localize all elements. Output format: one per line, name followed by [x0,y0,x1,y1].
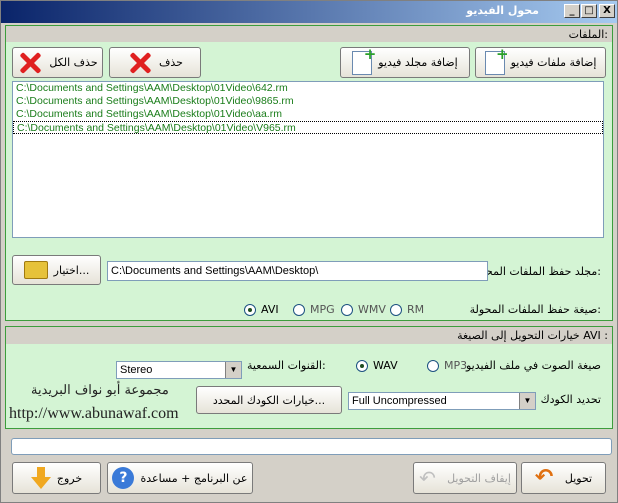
close-button[interactable]: X [599,4,615,18]
stop-icon: ↶ [419,466,436,490]
minimize-button[interactable]: _ [564,4,580,18]
codec-options-label: خيارات الكودك المحدد... [212,393,326,407]
exit-label: خروج [56,471,83,485]
channels-select[interactable]: Stereo ▼ [116,361,242,379]
format-radio-mpg[interactable]: MPG [293,303,335,316]
title-bar: محول الفيديو _ □ X [1,1,617,23]
codec-select[interactable]: Full Uncompressed ▼ [348,392,536,410]
codec-label: تحديد الكودك [540,393,601,406]
convert-label: تحويل [564,471,593,485]
list-item[interactable]: C:\Documents and Settings\AAM\Desktop\01… [13,108,603,121]
brand-url: http://www.abunawaf.com [9,405,179,422]
delete-icon [127,50,153,76]
list-item[interactable]: C:\Documents and Settings\AAM\Desktop\01… [13,121,603,134]
radio-circle [341,303,353,316]
list-item[interactable]: C:\Documents and Settings\AAM\Desktop\01… [13,95,603,108]
add-file-icon [484,45,509,75]
browse-button[interactable]: اختيار... [12,255,101,285]
add-folder-label: إضافة مجلد فيديو [378,56,458,69]
undo-arrow-icon: ↶ [534,465,554,490]
radio-circle [427,359,439,372]
channels-value: Stereo [120,364,153,376]
progress-bar [11,438,612,455]
save-folder-input[interactable]: C:\Documents and Settings\AAM\Desktop\ [107,261,488,281]
add-folder-button[interactable]: إضافة مجلد فيديو [340,45,470,78]
add-files-label: إضافة ملفات فيديو [510,56,597,69]
radio-circle [356,359,368,372]
delete-button[interactable]: حذف [109,47,201,78]
down-arrow-icon [30,467,51,489]
files-group-label: الملفات: [568,28,608,41]
maximize-button[interactable]: □ [581,4,597,18]
audio-radio-mp3[interactable]: MP3 [427,359,467,372]
exit-button[interactable]: خروج [12,462,101,494]
brand-arabic: مجموعة أبو نواف البريدية [31,383,169,398]
stop-button[interactable]: ↶ إيقاف التحويل [413,462,517,494]
options-group-label: خيارات التحويل إلى الصيغة AVI : [457,329,608,342]
delete-all-button[interactable]: حذف الكل [12,47,103,78]
format-radio-rm[interactable]: RM [390,303,424,316]
codec-value: Full Uncompressed [352,395,447,407]
about-label: عن البرنامج + مساعدة [140,471,248,485]
codec-options-button[interactable]: خيارات الكودك المحدد... [196,386,342,414]
format-label: صيغة حفظ الملفات المحولة: [469,303,601,316]
chevron-down-icon[interactable]: ▼ [519,393,535,409]
file-list[interactable]: C:\Documents and Settings\AAM\Desktop\01… [12,81,604,238]
channels-label: القنوات السمعية: [247,359,326,372]
help-icon: ? [112,467,135,489]
radio-circle [244,303,256,316]
radio-circle [293,303,305,316]
main-window: محول الفيديو _ □ X الملفات: إضافة ملفات … [0,0,618,503]
folder-icon [23,261,48,279]
stop-label: إيقاف التحويل [447,471,511,485]
add-folder-icon [352,45,376,75]
format-radio-avi[interactable]: AVI [244,303,279,316]
delete-label: حذف [159,56,183,69]
delete-all-icon [17,50,43,76]
convert-button[interactable]: ↶ تحويل [521,462,606,494]
save-folder-label: مجلد حفظ الملفات المحولة: [471,265,601,278]
browse-label: اختيار... [53,263,90,277]
format-radio-wmv[interactable]: WMV [341,303,386,316]
add-files-button[interactable]: إضافة ملفات فيديو [475,45,606,78]
about-button[interactable]: ? عن البرنامج + مساعدة [107,462,253,494]
window-title: محول الفيديو [466,4,539,17]
audio-format-label: صيغة الصوت في ملف الفيديو [466,359,601,372]
radio-circle [390,303,402,316]
list-item[interactable]: C:\Documents and Settings\AAM\Desktop\01… [13,82,603,95]
chevron-down-icon[interactable]: ▼ [225,362,241,378]
audio-radio-wav[interactable]: WAV [356,359,398,372]
delete-all-label: حذف الكل [49,56,98,69]
